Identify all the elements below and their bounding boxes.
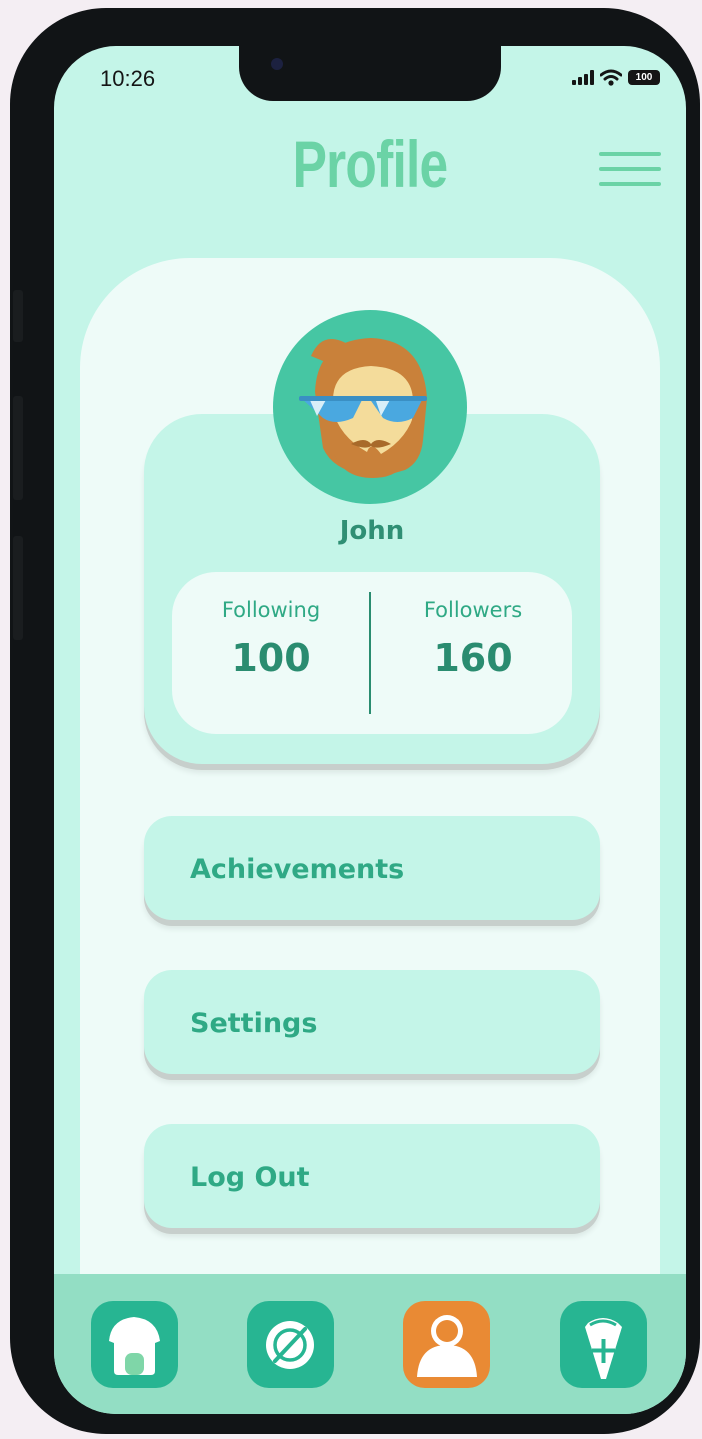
home-icon [109,1317,160,1375]
profile-icon [417,1315,477,1377]
status-time: 10:26 [100,66,156,91]
wifi-icon [600,69,622,86]
notch [239,46,501,101]
stats-divider [369,592,371,714]
side-button-mute [13,290,23,342]
following-label: Following [221,598,321,622]
tab-profile[interactable] [403,1301,490,1388]
compass-icon [266,1321,314,1369]
menu-line-icon [599,167,661,171]
phone-frame: 10:26 100 Profile John Following 100 Fol… [10,8,700,1434]
logout-button[interactable]: Log Out [144,1124,600,1228]
menu-line-icon [599,152,661,156]
avatar-face-icon [299,338,427,478]
side-button-volume-down [13,536,23,640]
signal-icon [572,70,594,85]
followers-label: Followers [423,598,523,622]
side-button-volume-up [13,396,23,500]
following-stat[interactable]: Following 100 [172,572,370,680]
status-icons: 100 [572,69,660,86]
screen: 10:26 100 Profile John Following 100 Fol… [54,46,686,1414]
settings-label: Settings [190,1008,318,1039]
add-icon [585,1318,622,1379]
tab-explore[interactable] [247,1301,334,1388]
battery-icon: 100 [628,70,660,85]
stats-box: Following 100 Followers 160 [172,572,572,734]
followers-count: 160 [433,636,513,680]
menu-line-icon [599,182,661,186]
avatar[interactable] [273,310,467,504]
tab-home[interactable] [91,1301,178,1388]
following-count: 100 [231,636,311,680]
hamburger-menu-button[interactable] [599,151,663,187]
logout-label: Log Out [190,1162,310,1193]
followers-stat[interactable]: Followers 160 [374,572,572,680]
settings-button[interactable]: Settings [144,970,600,1074]
bottom-tab-bar [54,1274,686,1414]
camera-icon [271,58,283,70]
achievements-label: Achievements [190,854,405,885]
achievements-button[interactable]: Achievements [144,816,600,920]
profile-name: John [339,516,405,546]
tab-add[interactable] [560,1301,647,1388]
page-title: Profile [292,127,449,201]
